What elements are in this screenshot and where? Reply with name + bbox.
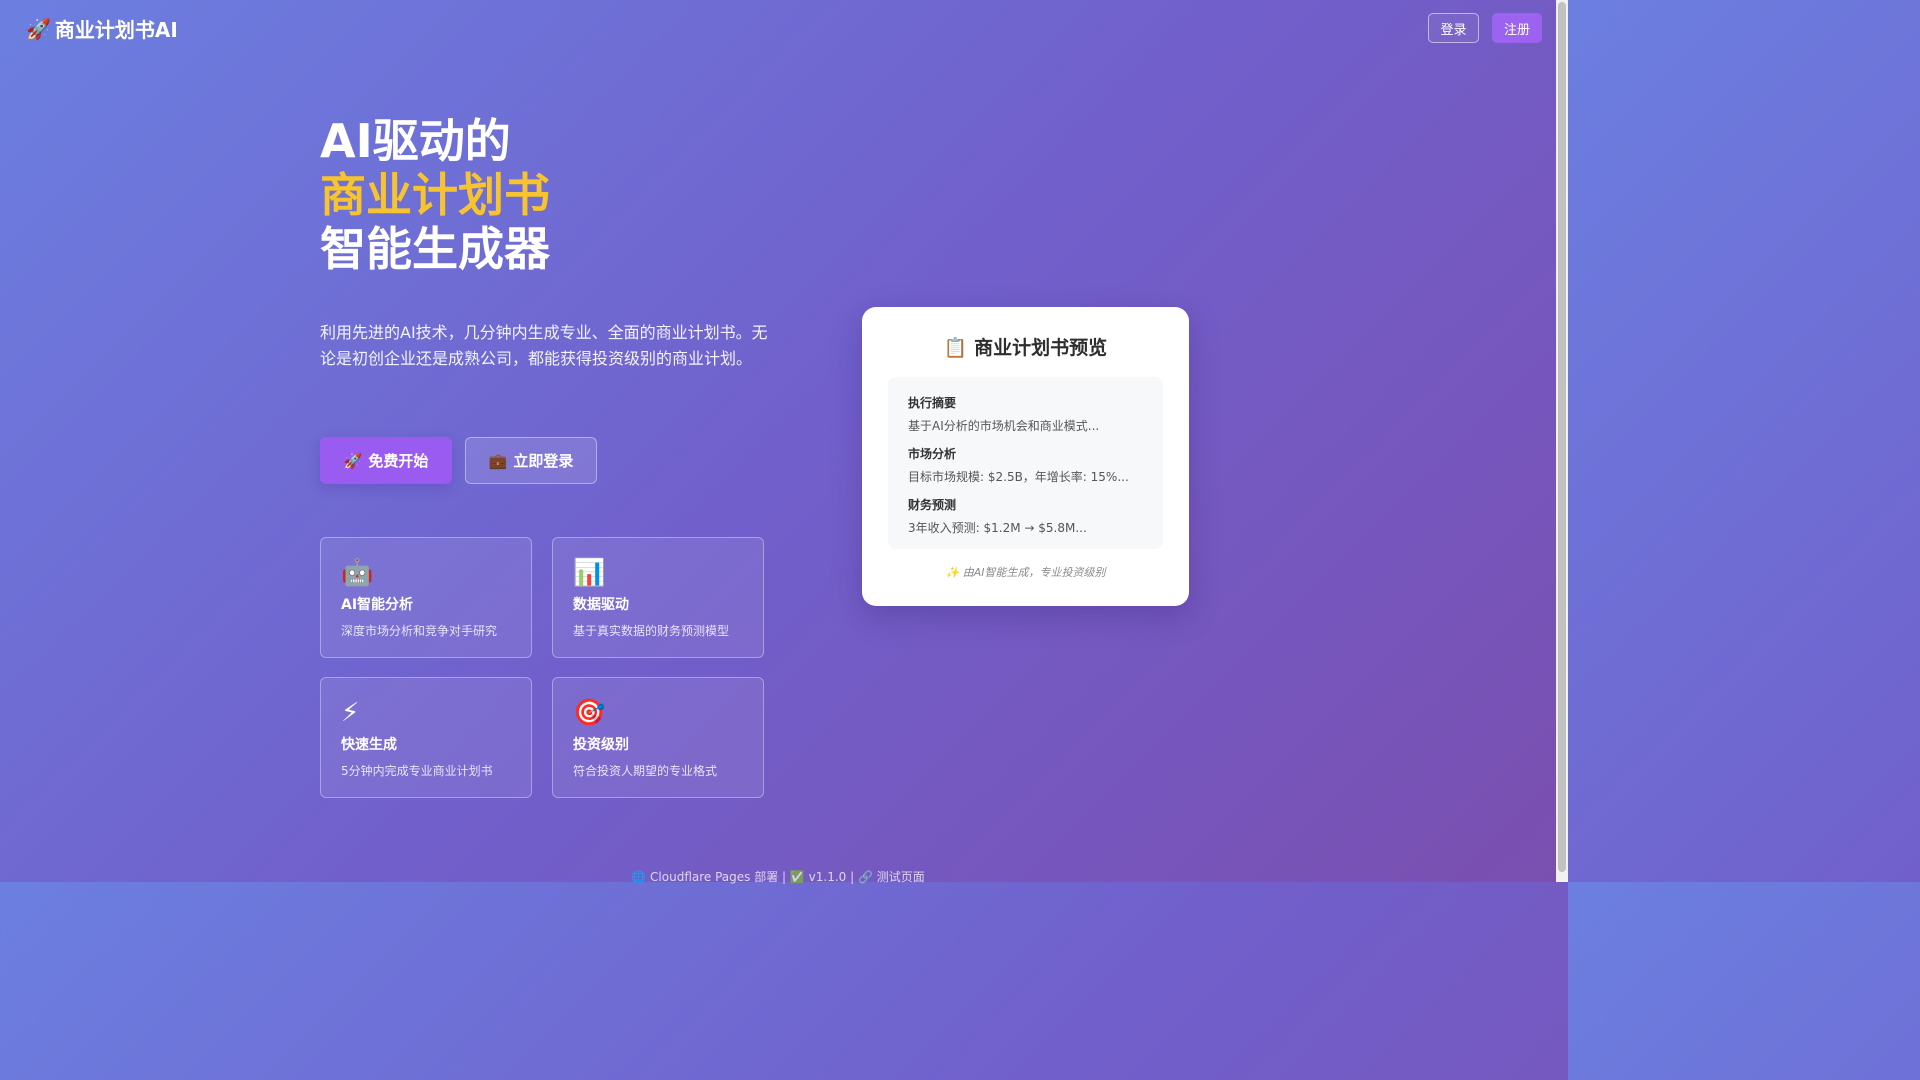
rocket-icon: 🚀 — [343, 451, 363, 470]
hero-title-line1: AI驱动的 — [320, 114, 511, 168]
hero-title-line3: 智能生成器 — [320, 222, 550, 276]
plan-preview-card: 📋 商业计划书预览 执行摘要 基于AI分析的市场机会和商业模式... 市场分析 … — [862, 307, 1189, 606]
vertical-scrollbar[interactable] — [1556, 0, 1568, 882]
section-title: 财务预测 — [908, 498, 957, 512]
robot-icon: 🤖 — [341, 558, 374, 588]
section-text: 目标市场规模: $2.5B，年增长率: 15%... — [908, 470, 1129, 484]
nav-register-button[interactable]: 注册 — [1492, 13, 1542, 43]
brand-logo[interactable]: 🚀 商业计划书AI — [26, 14, 178, 43]
rocket-icon: 🚀 — [26, 16, 51, 41]
feature-description: 基于真实数据的财务预测模型 — [573, 624, 730, 638]
hero-description: 利用先进的AI技术，几分钟内生成专业、全面的商业计划书。无论是初创企业还是成熟公… — [320, 323, 768, 368]
preview-title-text: 商业计划书预览 — [974, 337, 1108, 359]
feature-title: 快速生成 — [341, 737, 397, 753]
lightning-icon: ⚡ — [341, 698, 360, 728]
start-free-label: 免费开始 — [368, 452, 429, 470]
preview-section-executive-summary: 执行摘要 基于AI分析的市场机会和商业模式... — [908, 394, 1099, 434]
preview-footnote: ✨ 由AI智能生成，专业投资级别 — [945, 566, 1106, 579]
scrollbar-thumb[interactable] — [1558, 2, 1566, 872]
top-navbar: 🚀 商业计划书AI 登录 注册 — [0, 0, 1556, 56]
clipboard-icon: 📋 — [943, 337, 968, 359]
page-footer: 🌐 Cloudflare Pages 部署 | ✅ v1.1.0 | 🔗 测试页… — [631, 870, 925, 884]
hero-title: AI驱动的 商业计划书 智能生成器 — [320, 114, 550, 276]
feature-card-data-driven: 📊 数据驱动 基于真实数据的财务预测模型 — [552, 537, 764, 658]
section-text: 3年收入预测: $1.2M → $5.8M... — [908, 521, 1087, 535]
hero-title-line2: 商业计划书 — [320, 168, 550, 222]
feature-title: 数据驱动 — [573, 597, 629, 613]
feature-card-ai-analysis: 🤖 AI智能分析 深度市场分析和竞争对手研究 — [320, 537, 532, 658]
nav-login-button[interactable]: 登录 — [1428, 13, 1479, 43]
briefcase-icon: 💼 — [488, 451, 508, 470]
section-title: 执行摘要 — [908, 396, 957, 410]
feature-title: AI智能分析 — [341, 597, 414, 613]
feature-description: 符合投资人期望的专业格式 — [573, 764, 718, 778]
brand-name: 商业计划书AI — [54, 18, 178, 42]
target-icon: 🎯 — [573, 698, 606, 728]
preview-section-financial-forecast: 财务预测 3年收入预测: $1.2M → $5.8M... — [908, 496, 1087, 536]
feature-description: 深度市场分析和竞争对手研究 — [341, 624, 498, 638]
login-now-label: 立即登录 — [513, 452, 574, 470]
login-now-button[interactable]: 💼 立即登录 — [465, 437, 597, 484]
section-text: 基于AI分析的市场机会和商业模式... — [908, 419, 1100, 433]
bar-chart-icon: 📊 — [573, 558, 606, 588]
feature-card-fast-generation: ⚡ 快速生成 5分钟内完成专业商业计划书 — [320, 677, 532, 798]
start-free-button[interactable]: 🚀 免费开始 — [320, 437, 452, 484]
feature-description: 5分钟内完成专业商业计划书 — [341, 764, 493, 778]
preview-sections: 执行摘要 基于AI分析的市场机会和商业模式... 市场分析 目标市场规模: $2… — [888, 377, 1163, 549]
section-title: 市场分析 — [908, 447, 957, 461]
preview-title: 📋 商业计划书预览 — [862, 333, 1189, 360]
feature-title: 投资级别 — [573, 737, 629, 753]
preview-section-market-analysis: 市场分析 目标市场规模: $2.5B，年增长率: 15%... — [908, 445, 1129, 485]
feature-card-investment-grade: 🎯 投资级别 符合投资人期望的专业格式 — [552, 677, 764, 798]
